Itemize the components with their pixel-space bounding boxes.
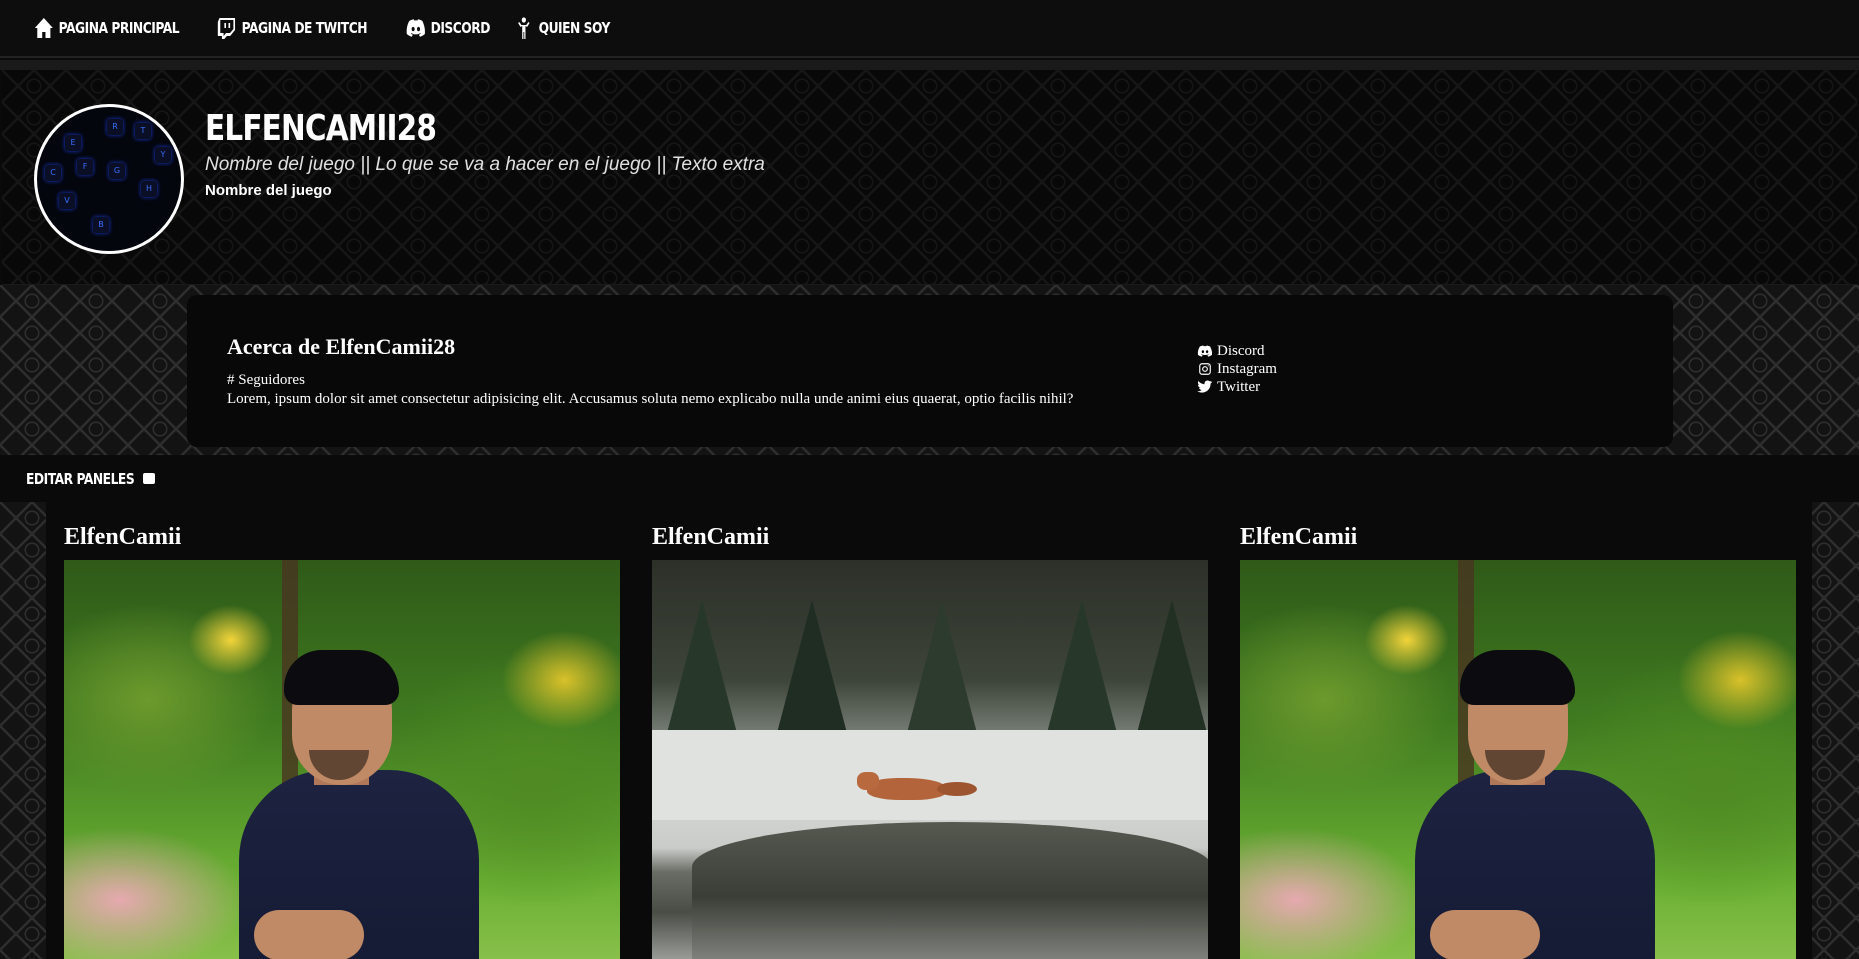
person-icon [518, 17, 530, 39]
edit-panels-checkbox[interactable] [143, 473, 155, 484]
panel-title: ElfenCamii [64, 524, 182, 550]
social-instagram-label: Instagram [1217, 360, 1277, 377]
avatar-keycap: Y [155, 147, 171, 163]
nav-about-link[interactable]: QUIEN SOY [514, 17, 611, 39]
discord-icon [406, 19, 425, 37]
avatar-keycap: E [65, 135, 81, 151]
panel-card: ElfenCamii [1240, 520, 1796, 959]
channel-name: ELFENCAMII28 [205, 108, 437, 149]
avatar-keycap: G [109, 163, 125, 179]
home-icon [34, 18, 53, 38]
avatar-keycap: C [45, 165, 61, 181]
channel-header: R T Y E C F G H V B ELFENCAMII28 Nombre … [2, 70, 1857, 285]
avatar-keycap: H [141, 181, 157, 197]
panel-image[interactable] [64, 560, 620, 959]
avatar-keycap: B [93, 217, 109, 233]
panel-image[interactable] [652, 560, 1208, 959]
social-discord-link[interactable]: Discord [1197, 342, 1277, 360]
discord-icon [1197, 345, 1213, 357]
edit-panels-bar: EDITAR PANELES [0, 455, 1859, 502]
instagram-icon [1199, 363, 1211, 375]
avatar-keycap: R [107, 119, 123, 135]
panel-title: ElfenCamii [1240, 524, 1358, 550]
twitch-icon [217, 18, 236, 39]
nav-about-label: QUIEN SOY [538, 19, 611, 37]
nav-home-link[interactable]: PAGINA PRINCIPAL [34, 17, 180, 39]
about-card: Acerca de ElfenCamii28 # Seguidores Lore… [187, 295, 1673, 447]
nav-discord-label: DISCORD [430, 19, 491, 37]
avatar-keycap: V [59, 193, 75, 209]
followers-count: # Seguidores [227, 372, 305, 388]
panel-image[interactable] [1240, 560, 1796, 959]
avatar-keycap: T [135, 123, 151, 139]
nav-discord-link[interactable]: DISCORD [406, 17, 490, 39]
edit-panels-label: EDITAR PANELES [26, 469, 135, 488]
stream-title: Nombre del juego || Lo que se va a hacer… [205, 154, 765, 175]
panel-card: ElfenCamii [652, 520, 1208, 959]
nav-divider-strip [0, 60, 1859, 70]
twitter-icon [1197, 380, 1213, 393]
nav-home-label: PAGINA PRINCIPAL [58, 19, 180, 37]
top-nav: PAGINA PRINCIPAL PAGINA DE TWITCH DISCOR… [0, 0, 1859, 58]
social-discord-label: Discord [1217, 342, 1265, 359]
panel-title: ElfenCamii [652, 524, 770, 550]
game-name[interactable]: Nombre del juego [205, 182, 332, 199]
social-instagram-link[interactable]: Instagram [1197, 360, 1277, 378]
bio-text: Lorem, ipsum dolor sit amet consectetur … [227, 391, 1074, 407]
about-title: Acerca de ElfenCamii28 [227, 334, 456, 359]
social-twitter-link[interactable]: Twitter [1197, 378, 1277, 396]
panel-card: ElfenCamii [64, 520, 620, 959]
avatar-keycap: F [77, 159, 93, 175]
social-links: Discord Instagram Twitter [1197, 342, 1277, 396]
nav-twitch-label: PAGINA DE TWITCH [241, 19, 368, 37]
avatar[interactable]: R T Y E C F G H V B [34, 104, 184, 254]
social-twitter-label: Twitter [1217, 378, 1261, 395]
nav-twitch-link[interactable]: PAGINA DE TWITCH [217, 17, 368, 39]
